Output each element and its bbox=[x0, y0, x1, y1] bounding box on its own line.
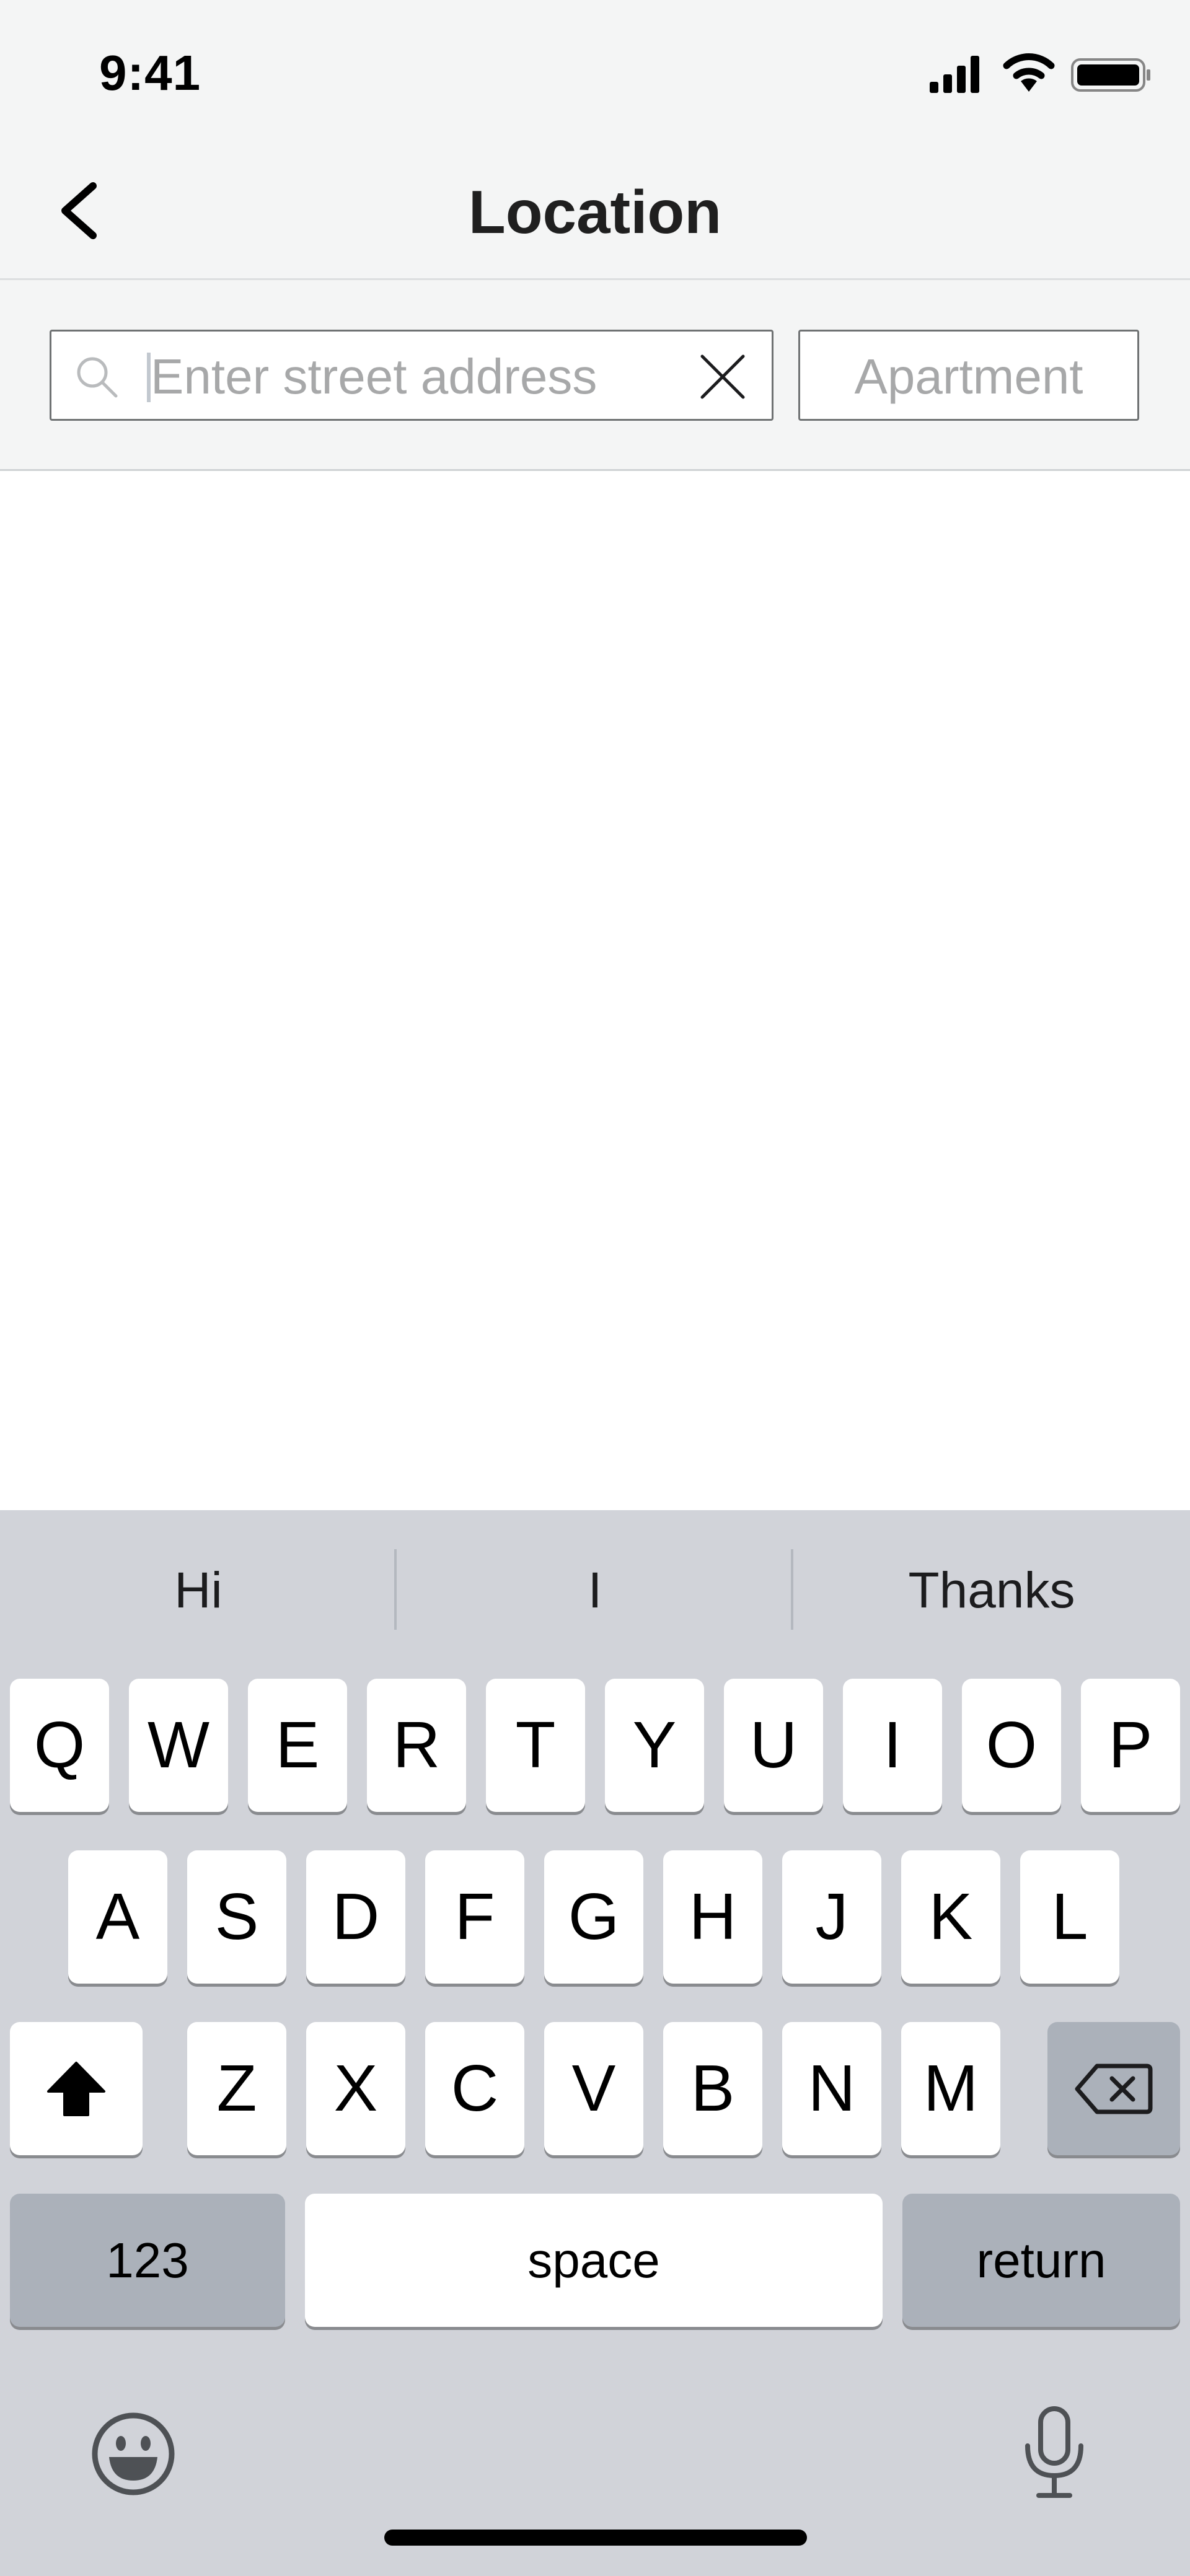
delete-icon bbox=[1075, 2064, 1153, 2114]
apartment-input[interactable] bbox=[800, 343, 1137, 411]
apartment-field[interactable] bbox=[798, 330, 1139, 421]
results-area bbox=[0, 471, 1190, 1510]
magnifier-icon bbox=[77, 357, 118, 398]
key-g[interactable]: G bbox=[544, 1850, 643, 1984]
nav-bar: Location bbox=[0, 143, 1190, 280]
shift-key[interactable] bbox=[10, 2022, 143, 2155]
microphone-icon bbox=[1025, 2406, 1083, 2498]
delete-key[interactable] bbox=[1047, 2022, 1180, 2155]
x-icon bbox=[700, 354, 745, 399]
key-q[interactable]: Q bbox=[10, 1679, 109, 1812]
keyboard: Hi I Thanks Q W E R T Y U I O P A S D F … bbox=[0, 1510, 1190, 2576]
key-m[interactable]: M bbox=[901, 2022, 1000, 2155]
key-z[interactable]: Z bbox=[187, 2022, 286, 2155]
numbers-key[interactable]: 123 bbox=[10, 2194, 285, 2327]
shift-icon bbox=[47, 2061, 105, 2116]
suggestion-2[interactable]: I bbox=[397, 1510, 793, 1671]
page-title: Location bbox=[468, 178, 722, 246]
key-c[interactable]: C bbox=[425, 2022, 524, 2155]
clear-search-button[interactable] bbox=[696, 350, 749, 403]
key-r[interactable]: R bbox=[367, 1679, 466, 1812]
key-e[interactable]: E bbox=[248, 1679, 347, 1812]
emoji-button[interactable] bbox=[87, 2407, 180, 2500]
key-x[interactable]: X bbox=[306, 2022, 405, 2155]
key-i[interactable]: I bbox=[843, 1679, 942, 1812]
status-icons bbox=[930, 53, 1150, 93]
space-key[interactable]: space bbox=[305, 2194, 883, 2327]
key-w[interactable]: W bbox=[129, 1679, 228, 1812]
key-h[interactable]: H bbox=[663, 1850, 762, 1984]
key-v[interactable]: V bbox=[544, 2022, 643, 2155]
street-address-field[interactable] bbox=[50, 330, 774, 421]
chevron-left-icon bbox=[61, 182, 97, 239]
address-search-row bbox=[0, 280, 1190, 471]
suggestion-3[interactable]: Thanks bbox=[793, 1510, 1190, 1671]
key-s[interactable]: S bbox=[187, 1850, 286, 1984]
battery-icon bbox=[1071, 58, 1150, 92]
key-j[interactable]: J bbox=[782, 1850, 881, 1984]
key-l[interactable]: L bbox=[1020, 1850, 1119, 1984]
cellular-signal-icon bbox=[930, 56, 979, 93]
back-button[interactable] bbox=[37, 167, 124, 254]
home-indicator bbox=[384, 2530, 807, 2546]
key-u[interactable]: U bbox=[724, 1679, 823, 1812]
wifi-icon bbox=[1003, 53, 1055, 92]
street-address-input[interactable] bbox=[151, 343, 659, 411]
key-k[interactable]: K bbox=[901, 1850, 1000, 1984]
status-bar: 9:41 bbox=[0, 0, 1190, 143]
key-o[interactable]: O bbox=[962, 1679, 1061, 1812]
key-a[interactable]: A bbox=[68, 1850, 167, 1984]
key-n[interactable]: N bbox=[782, 2022, 881, 2155]
key-d[interactable]: D bbox=[306, 1850, 405, 1984]
dictation-button[interactable] bbox=[1008, 2402, 1101, 2502]
key-b[interactable]: B bbox=[663, 2022, 762, 2155]
key-y[interactable]: Y bbox=[605, 1679, 704, 1812]
key-f[interactable]: F bbox=[425, 1850, 524, 1984]
emoji-icon bbox=[92, 2412, 175, 2495]
key-t[interactable]: T bbox=[486, 1679, 585, 1812]
return-key[interactable]: return bbox=[902, 2194, 1180, 2327]
status-time: 9:41 bbox=[99, 45, 201, 100]
suggestion-1[interactable]: Hi bbox=[0, 1510, 397, 1671]
key-p[interactable]: P bbox=[1081, 1679, 1180, 1812]
